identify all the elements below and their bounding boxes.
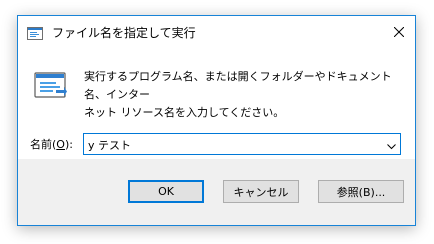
cancel-button[interactable]: キャンセル — [223, 180, 299, 203]
run-icon — [34, 69, 68, 101]
dropdown-button[interactable] — [383, 134, 400, 154]
instruction-line-1: 実行するプログラム名、または開くフォルダーやドキュメント名、インター — [84, 70, 392, 101]
ok-button[interactable]: OK — [128, 180, 204, 203]
dialog-body: 実行するプログラム名、または開くフォルダーやドキュメント名、インター ネット リ… — [18, 47, 415, 159]
name-input[interactable]: y テスト — [88, 137, 131, 153]
name-label-prefix: 名前( — [30, 138, 57, 151]
run-dialog: ファイル名を指定して実行 実行するプログラム名、または開くフォルダーやドキュメン — [17, 15, 416, 226]
title-bar: ファイル名を指定して実行 — [18, 16, 415, 47]
close-button[interactable] — [383, 16, 415, 47]
run-icon — [27, 25, 43, 40]
name-combobox[interactable]: y テスト — [83, 133, 401, 155]
name-label-suffix: ): — [64, 138, 73, 151]
button-bar: OK キャンセル 参照(B)... — [18, 159, 415, 225]
instruction-line-2: ネット リソース名を入力してください。 — [84, 106, 285, 119]
close-icon — [393, 22, 405, 41]
name-label-accelerator: O — [56, 138, 65, 151]
name-label: 名前(O): — [30, 136, 73, 152]
instruction-text: 実行するプログラム名、または開くフォルダーやドキュメント名、インター ネット リ… — [84, 68, 404, 122]
chevron-down-icon — [387, 135, 396, 154]
browse-button[interactable]: 参照(B)... — [318, 180, 404, 203]
window-title: ファイル名を指定して実行 — [52, 26, 196, 40]
